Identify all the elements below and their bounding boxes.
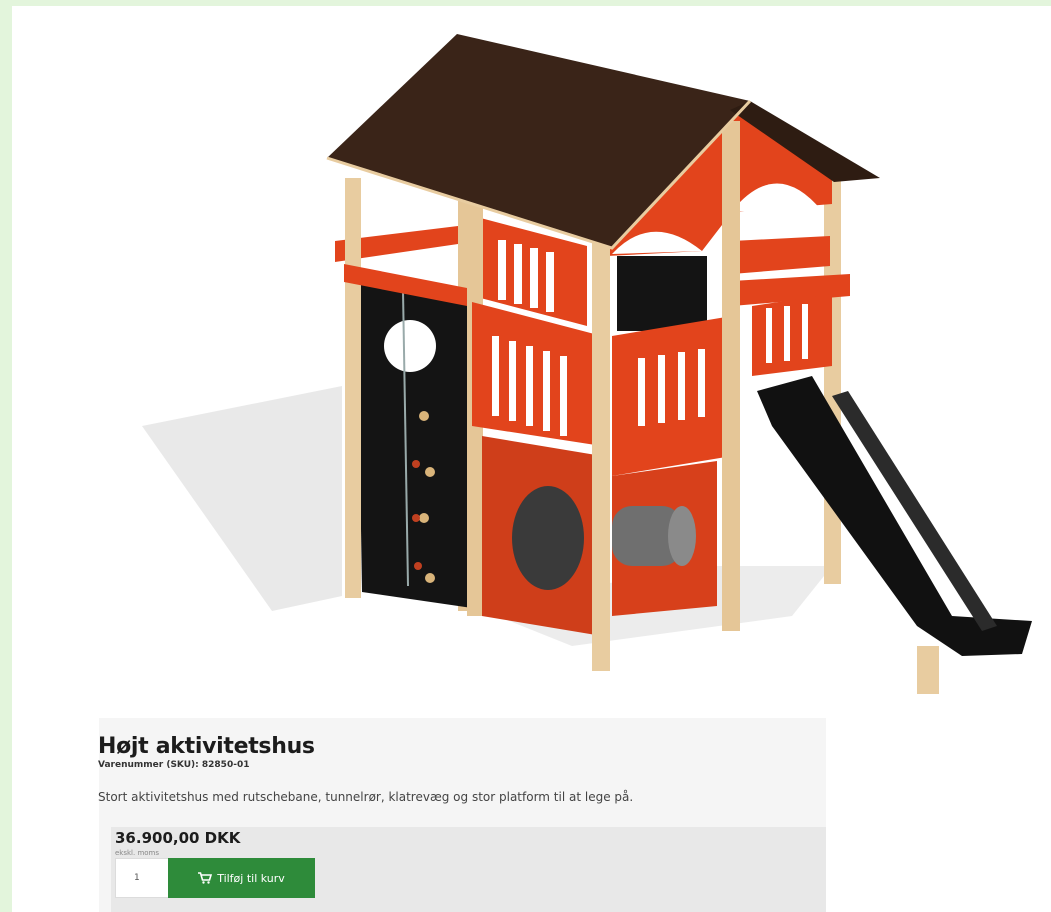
product-sku: Varenummer (SKU): 82850-01 <box>98 760 250 770</box>
product-image[interactable] <box>12 6 1051 718</box>
climbing-wall-window <box>384 320 436 372</box>
porthole <box>512 486 584 590</box>
panel-right <box>752 294 832 376</box>
tunnel-opening <box>668 506 696 566</box>
product-description: Stort aktivitetshus med rutschebane, tun… <box>98 790 634 804</box>
quantity-input[interactable] <box>115 858 171 898</box>
post-back-right <box>824 166 841 584</box>
vat-note: ekskl. moms <box>115 849 160 857</box>
balcony-panel-right <box>612 316 732 476</box>
add-to-cart-button[interactable]: Tilføj til kurv <box>168 858 315 898</box>
product-price: 36.900,00 DKK <box>115 829 241 847</box>
page-frame <box>12 6 1051 912</box>
post-front-center <box>592 241 610 671</box>
add-to-cart-label: Tilføj til kurv <box>217 871 285 885</box>
product-title: Højt aktivitetshus <box>98 734 315 759</box>
post-front-left <box>345 178 361 598</box>
railing-back-right <box>732 236 830 274</box>
post-front-right <box>722 121 740 631</box>
slide <box>757 376 1032 656</box>
playhouse-illustration <box>142 34 1032 694</box>
shadow-left <box>142 386 342 611</box>
shopping-cart-icon <box>198 872 213 884</box>
window-dark <box>617 256 707 331</box>
slide-foot <box>917 646 939 694</box>
